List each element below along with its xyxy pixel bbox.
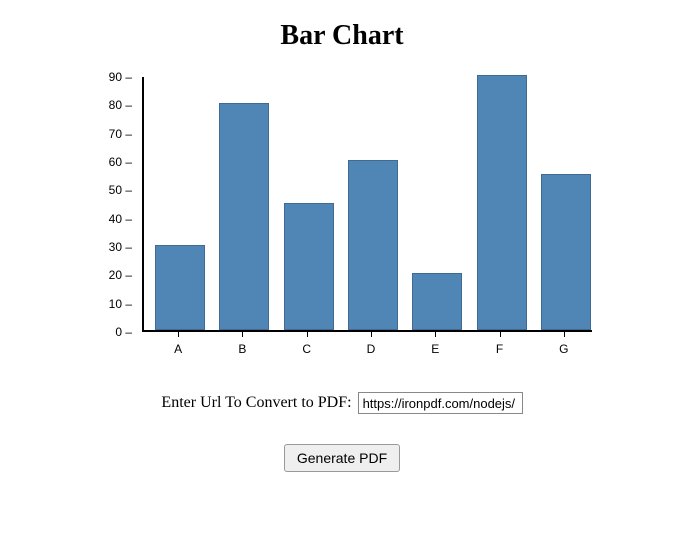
y-tick-label: 90 – [109, 70, 132, 84]
y-tick-label: 30 – [109, 240, 132, 254]
bar [155, 245, 205, 330]
x-tick-label: C [302, 342, 311, 356]
y-tick-label: 70 – [109, 127, 132, 141]
y-tick-label: 40 – [109, 212, 132, 226]
x-tick-label: E [431, 342, 439, 356]
generate-pdf-button[interactable]: Generate PDF [284, 444, 400, 472]
bar [477, 75, 527, 330]
x-tick [500, 332, 501, 337]
x-tick-label: G [559, 342, 568, 356]
plot-area [142, 77, 592, 332]
y-tick-label: 20 – [109, 268, 132, 282]
x-tick-label: D [367, 342, 376, 356]
y-tick-label: 50 – [109, 183, 132, 197]
y-axis: 0 –10 –20 –30 –40 –50 –60 –70 –80 –90 – [82, 77, 142, 332]
y-tick-label: 10 – [109, 297, 132, 311]
x-axis: A B C D E F G [142, 332, 592, 357]
x-tick [435, 332, 436, 337]
y-tick-label: 80 – [109, 98, 132, 112]
y-tick-label: 0 – [115, 325, 132, 339]
x-tick [242, 332, 243, 337]
url-label: Enter Url To Convert to PDF: [161, 394, 351, 412]
url-form-row: Enter Url To Convert to PDF: [161, 392, 522, 414]
url-input[interactable] [358, 392, 523, 414]
bar [348, 160, 398, 330]
x-tick [307, 332, 308, 337]
x-tick-label: B [238, 342, 246, 356]
x-tick [178, 332, 179, 337]
bar [284, 203, 334, 331]
x-tick [564, 332, 565, 337]
x-tick [371, 332, 372, 337]
x-tick-label: A [174, 342, 182, 356]
bar [541, 174, 591, 330]
bar [412, 273, 462, 330]
bar [219, 103, 269, 330]
page-title: Bar Chart [280, 20, 403, 52]
bar-chart: 0 –10 –20 –30 –40 –50 –60 –70 –80 –90 – … [82, 77, 602, 357]
x-tick-label: F [496, 342, 503, 356]
y-tick-label: 60 – [109, 155, 132, 169]
